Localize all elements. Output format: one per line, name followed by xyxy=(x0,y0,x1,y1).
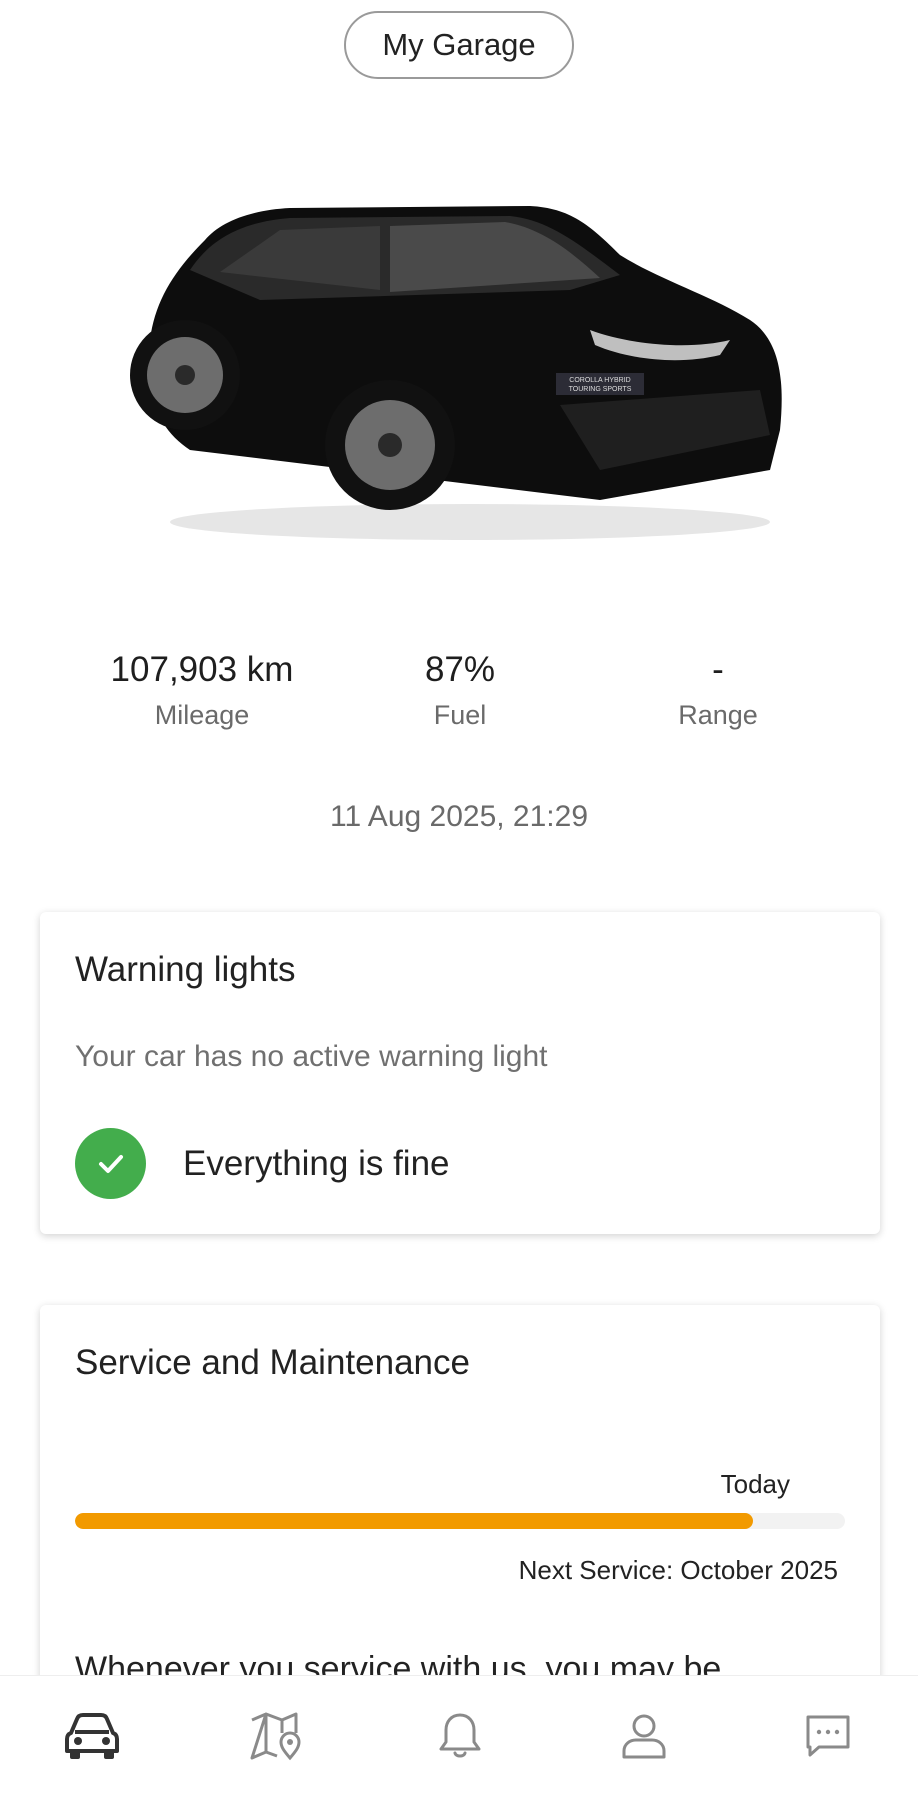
mileage-value: 107,903 km xyxy=(110,650,294,689)
nav-map[interactable] xyxy=(184,1676,367,1801)
stat-range: - Range xyxy=(588,650,848,731)
range-label: Range xyxy=(678,700,758,730)
badge-line1: COROLLA HYBRID xyxy=(569,377,630,384)
car-icon xyxy=(64,1711,119,1766)
bell-icon xyxy=(435,1711,485,1766)
service-progress-fill xyxy=(75,1513,753,1529)
chat-icon xyxy=(803,1711,853,1766)
last-updated-timestamp: 11 Aug 2025, 21:29 xyxy=(329,800,589,833)
nav-car[interactable] xyxy=(0,1676,183,1801)
warning-lights-card[interactable]: Warning lights Your car has no active wa… xyxy=(40,912,880,1234)
my-garage-label: My Garage xyxy=(382,27,536,62)
my-garage-button[interactable]: My Garage xyxy=(344,11,574,79)
fuel-value: 87% xyxy=(424,650,496,689)
today-marker-label: Today xyxy=(720,1469,790,1499)
next-service-text: Next Service: October 2025 xyxy=(518,1555,838,1585)
bottom-navigation xyxy=(0,1675,918,1801)
car-image: COROLLA HYBRID TOURING SPORTS xyxy=(130,200,790,550)
warning-status-text: Everything is fine xyxy=(183,1144,450,1183)
mileage-label: Mileage xyxy=(154,700,250,730)
nav-notifications[interactable] xyxy=(368,1676,551,1801)
nav-chat[interactable] xyxy=(736,1676,918,1801)
map-icon xyxy=(249,1711,303,1766)
warning-card-title: Warning lights xyxy=(75,950,296,989)
fuel-label: Fuel xyxy=(433,700,487,730)
service-maintenance-card[interactable]: Service and Maintenance Today Next Servi… xyxy=(40,1305,880,1725)
stat-mileage: 107,903 km Mileage xyxy=(72,650,332,731)
checkmark-icon xyxy=(75,1128,146,1199)
stat-fuel: 87% Fuel xyxy=(330,650,590,731)
service-progress-bar xyxy=(75,1513,845,1529)
service-card-title: Service and Maintenance xyxy=(75,1343,470,1382)
badge-line2: TOURING SPORTS xyxy=(569,386,632,393)
range-value: - xyxy=(712,650,724,689)
nav-profile[interactable] xyxy=(552,1676,735,1801)
profile-icon xyxy=(619,1711,669,1766)
warning-card-description: Your car has no active warning light xyxy=(75,1040,548,1073)
